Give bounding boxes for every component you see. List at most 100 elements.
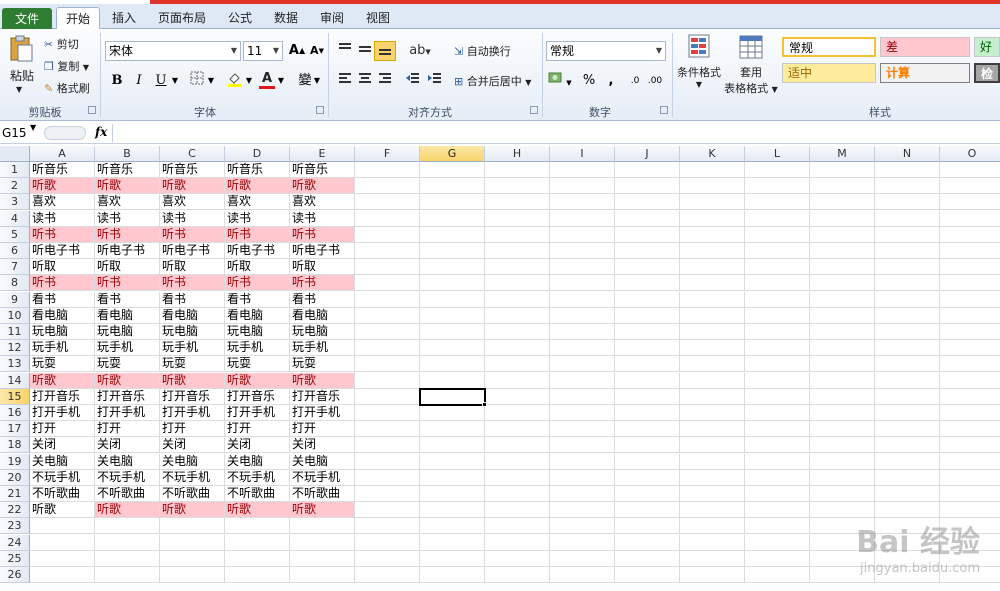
grid-cell[interactable] (615, 291, 680, 308)
style-good[interactable]: 好 (974, 37, 1000, 57)
grid-cell[interactable]: 听书 (290, 226, 355, 243)
grid-cell[interactable]: 听书 (95, 275, 160, 292)
grid-cell[interactable]: 玩耍 (30, 356, 95, 373)
grid-cell[interactable] (940, 308, 1000, 324)
grid-cell[interactable] (355, 405, 420, 421)
grid-cell[interactable] (745, 356, 810, 373)
grid-cell[interactable]: 不听歌曲 (290, 486, 355, 502)
grid-cell[interactable] (875, 469, 940, 486)
grid-cell[interactable] (940, 275, 1000, 292)
row-header[interactable]: 6 (0, 243, 30, 259)
grid-cell[interactable] (745, 226, 810, 243)
grid-cell[interactable] (615, 226, 680, 243)
grid-cell[interactable] (680, 372, 745, 389)
grid-cell[interactable]: 听书 (225, 226, 290, 243)
grid-cell[interactable] (355, 324, 420, 340)
grid-cell[interactable] (810, 291, 875, 308)
grid-cell[interactable]: 关电脑 (160, 453, 225, 470)
grid-cell[interactable] (485, 372, 550, 389)
grid-cell[interactable] (550, 162, 615, 178)
grid-cell[interactable] (95, 567, 160, 583)
grid-cell[interactable] (745, 178, 810, 195)
grid-cell[interactable]: 玩电脑 (225, 324, 290, 340)
grid-cell[interactable]: 关电脑 (225, 453, 290, 470)
fill-color-icon[interactable] (224, 71, 246, 91)
grid-cell[interactable] (940, 502, 1000, 519)
grid-cell[interactable] (680, 388, 745, 405)
chevron-down-icon[interactable]: ▼ (244, 71, 254, 91)
grid-cell[interactable] (745, 259, 810, 276)
column-header[interactable]: K (680, 146, 745, 162)
grid-cell[interactable]: 玩手机 (30, 340, 95, 357)
grid-cell[interactable]: 打开音乐 (95, 388, 160, 405)
grid-cell[interactable] (745, 275, 810, 292)
grid-cell[interactable] (355, 259, 420, 276)
grid-cell[interactable] (680, 291, 745, 308)
grid-cell[interactable] (355, 226, 420, 243)
grid-cell[interactable] (940, 405, 1000, 421)
grid-cell[interactable]: 喜欢 (95, 194, 160, 211)
row-header[interactable]: 1 (0, 162, 30, 178)
grid-cell[interactable]: 关闭 (95, 437, 160, 454)
grid-cell[interactable] (355, 518, 420, 535)
align-bottom-icon[interactable] (374, 41, 396, 61)
grid-cell[interactable] (355, 307, 420, 324)
grid-cell[interactable] (875, 194, 940, 211)
grid-cell[interactable] (485, 453, 550, 470)
grid-cell[interactable] (810, 372, 875, 389)
grid-cell[interactable] (875, 356, 940, 373)
grid-cell[interactable] (355, 178, 420, 195)
grid-cell[interactable] (550, 486, 615, 502)
grid-cell[interactable] (745, 388, 810, 405)
grid-cell[interactable] (485, 469, 550, 486)
grid-cell[interactable] (875, 486, 940, 502)
grid-cell[interactable]: 看电脑 (290, 307, 355, 324)
paste-button[interactable]: 粘贴 ▼ (8, 35, 34, 95)
grid-cell[interactable]: 打开手机 (225, 405, 290, 421)
align-middle-icon[interactable] (354, 41, 376, 61)
grid-cell[interactable] (160, 550, 225, 567)
grid-cell[interactable] (745, 291, 810, 308)
row-header[interactable]: 22 (0, 502, 30, 519)
grid-cell[interactable] (420, 421, 485, 438)
row-header[interactable]: 9 (0, 291, 30, 308)
grid-cell[interactable] (30, 534, 95, 551)
grid-cell[interactable] (875, 210, 940, 227)
number-format-select[interactable]: 常规 ▼ (546, 41, 666, 61)
grid-cell[interactable] (810, 307, 875, 324)
grid-cell[interactable]: 关电脑 (30, 453, 95, 470)
grid-cell[interactable] (355, 502, 420, 519)
grid-cell[interactable] (680, 486, 745, 502)
currency-icon[interactable]: ▼ (546, 71, 574, 91)
column-header[interactable]: H (485, 146, 550, 162)
grid-cell[interactable]: 不玩手机 (160, 469, 225, 486)
grid-cell[interactable]: 听电子书 (95, 243, 160, 259)
grid-cell[interactable] (420, 550, 485, 567)
grid-cell[interactable] (420, 486, 485, 502)
grid-cell[interactable] (940, 389, 1000, 405)
grid-cell[interactable] (95, 550, 160, 567)
grid-cell[interactable] (745, 210, 810, 227)
grid-cell[interactable] (745, 534, 810, 551)
chevron-down-icon[interactable]: ▼ (312, 71, 322, 91)
grid-cell[interactable] (225, 550, 290, 567)
grid-cell[interactable] (745, 518, 810, 535)
row-header[interactable]: 21 (0, 486, 30, 502)
grid-cell[interactable] (550, 372, 615, 389)
grid-cell[interactable] (810, 486, 875, 502)
column-header[interactable]: N (875, 146, 940, 162)
grid-cell[interactable]: 听电子书 (225, 243, 290, 259)
merge-center-button[interactable]: ⊞ 合并后居中 ▼ (454, 73, 531, 89)
grid-cell[interactable] (745, 486, 810, 502)
format-as-table-button[interactable]: 套用 表格格式 ▼ (724, 33, 778, 97)
grid-cell[interactable]: 不听歌曲 (225, 486, 290, 502)
grid-cell[interactable]: 听书 (95, 226, 160, 243)
grid-cell[interactable] (550, 210, 615, 227)
grid-cell[interactable] (550, 405, 615, 421)
grid-cell[interactable]: 玩手机 (95, 340, 160, 357)
grid-cell[interactable]: 打开手机 (290, 405, 355, 421)
grid-cell[interactable] (420, 194, 485, 211)
row-header[interactable]: 15 (0, 388, 30, 405)
grid-cell[interactable] (420, 340, 485, 357)
grid-cell[interactable] (875, 324, 940, 340)
